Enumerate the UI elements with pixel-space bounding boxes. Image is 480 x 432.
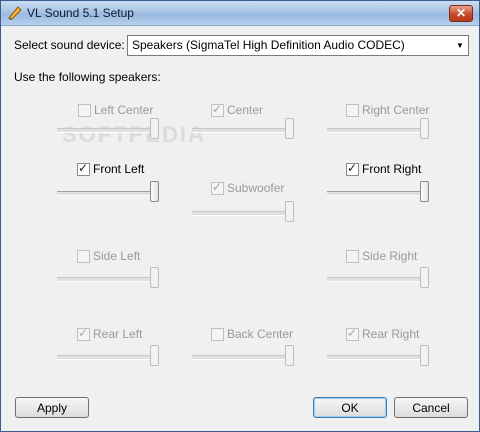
center-label: Center [227, 103, 264, 117]
window-title: VL Sound 5.1 Setup [27, 6, 134, 20]
right-center-checkbox[interactable]: Right Center [346, 103, 429, 117]
front-right-box[interactable] [346, 161, 359, 176]
rear-right-label: Rear Right [362, 327, 420, 341]
center-slider[interactable] [192, 118, 294, 140]
speakers-label: Use the following speakers: [14, 70, 161, 84]
left-center-label: Left Center [94, 103, 154, 117]
side-right-checkbox[interactable]: Side Right [346, 249, 417, 263]
setup-window: VL Sound 5.1 Setup ✕ SOFTPEDIA Select so… [0, 0, 480, 432]
back-center-checkbox[interactable]: Back Center [211, 327, 293, 341]
subwoofer-slider[interactable] [192, 201, 294, 223]
rear-left-label: Rear Left [93, 327, 143, 341]
right-center-label: Right Center [362, 103, 430, 117]
side-right-slider-thumb[interactable] [420, 267, 429, 288]
rear-left-box[interactable] [77, 326, 90, 341]
side-left-box[interactable] [77, 249, 90, 263]
left-center-box[interactable] [78, 103, 91, 117]
back-center-label: Back Center [227, 327, 294, 341]
rear-left-slider[interactable] [57, 345, 159, 367]
front-right-label: Front Right [362, 162, 422, 176]
center-slider-thumb[interactable] [285, 118, 294, 139]
back-center-box[interactable] [211, 327, 224, 341]
apply-button[interactable]: Apply [15, 397, 89, 418]
front-right-checkbox[interactable]: Front Right [346, 161, 422, 176]
back-center-slider-thumb[interactable] [285, 345, 294, 366]
front-left-checkbox[interactable]: Front Left [77, 161, 145, 176]
right-center-box[interactable] [346, 103, 359, 117]
side-left-label: Side Left [93, 249, 141, 263]
dialog-body: SOFTPEDIA Select sound device: Speakers … [4, 28, 476, 428]
left-center-checkbox[interactable]: Left Center [78, 103, 153, 117]
side-left-checkbox[interactable]: Side Left [77, 249, 140, 263]
subwoofer-box[interactable] [211, 180, 224, 195]
subwoofer-label: Subwoofer [227, 181, 285, 195]
title-bar[interactable]: VL Sound 5.1 Setup ✕ [1, 1, 479, 26]
cancel-button[interactable]: Cancel [394, 397, 468, 418]
side-left-slider-thumb[interactable] [150, 267, 159, 288]
rear-right-box[interactable] [346, 326, 359, 341]
app-icon [8, 6, 22, 20]
side-right-label: Side Right [362, 249, 418, 263]
rear-right-slider-thumb[interactable] [420, 345, 429, 366]
right-center-slider-thumb[interactable] [420, 118, 429, 139]
left-center-slider[interactable] [57, 118, 159, 140]
ok-button[interactable]: OK [313, 397, 387, 418]
rear-left-checkbox[interactable]: Rear Left [77, 326, 143, 341]
front-right-slider-thumb[interactable] [420, 181, 429, 202]
rear-left-slider-thumb[interactable] [150, 345, 159, 366]
sound-device-select[interactable]: Speakers (SigmaTel High Definition Audio… [127, 35, 469, 56]
front-left-slider-thumb[interactable] [150, 181, 159, 202]
center-checkbox[interactable]: Center [211, 102, 264, 117]
subwoofer-slider-thumb[interactable] [285, 201, 294, 222]
close-button[interactable]: ✕ [449, 5, 473, 22]
rear-right-slider[interactable] [327, 345, 429, 367]
front-left-label: Front Left [93, 162, 145, 176]
sound-device-value: Speakers (SigmaTel High Definition Audio… [132, 38, 405, 52]
rear-right-checkbox[interactable]: Rear Right [346, 326, 420, 341]
front-left-slider[interactable] [57, 181, 159, 203]
center-box[interactable] [211, 102, 224, 117]
back-center-slider[interactable] [192, 345, 294, 367]
front-right-slider[interactable] [327, 181, 429, 203]
right-center-slider[interactable] [327, 118, 429, 140]
side-right-box[interactable] [346, 249, 359, 263]
device-label: Select sound device: [14, 38, 125, 52]
left-center-slider-thumb[interactable] [150, 118, 159, 139]
subwoofer-checkbox[interactable]: Subwoofer [211, 180, 285, 195]
front-left-box[interactable] [77, 161, 90, 176]
side-left-slider[interactable] [57, 267, 159, 289]
chevron-down-icon[interactable]: ▼ [452, 36, 468, 55]
side-right-slider[interactable] [327, 267, 429, 289]
